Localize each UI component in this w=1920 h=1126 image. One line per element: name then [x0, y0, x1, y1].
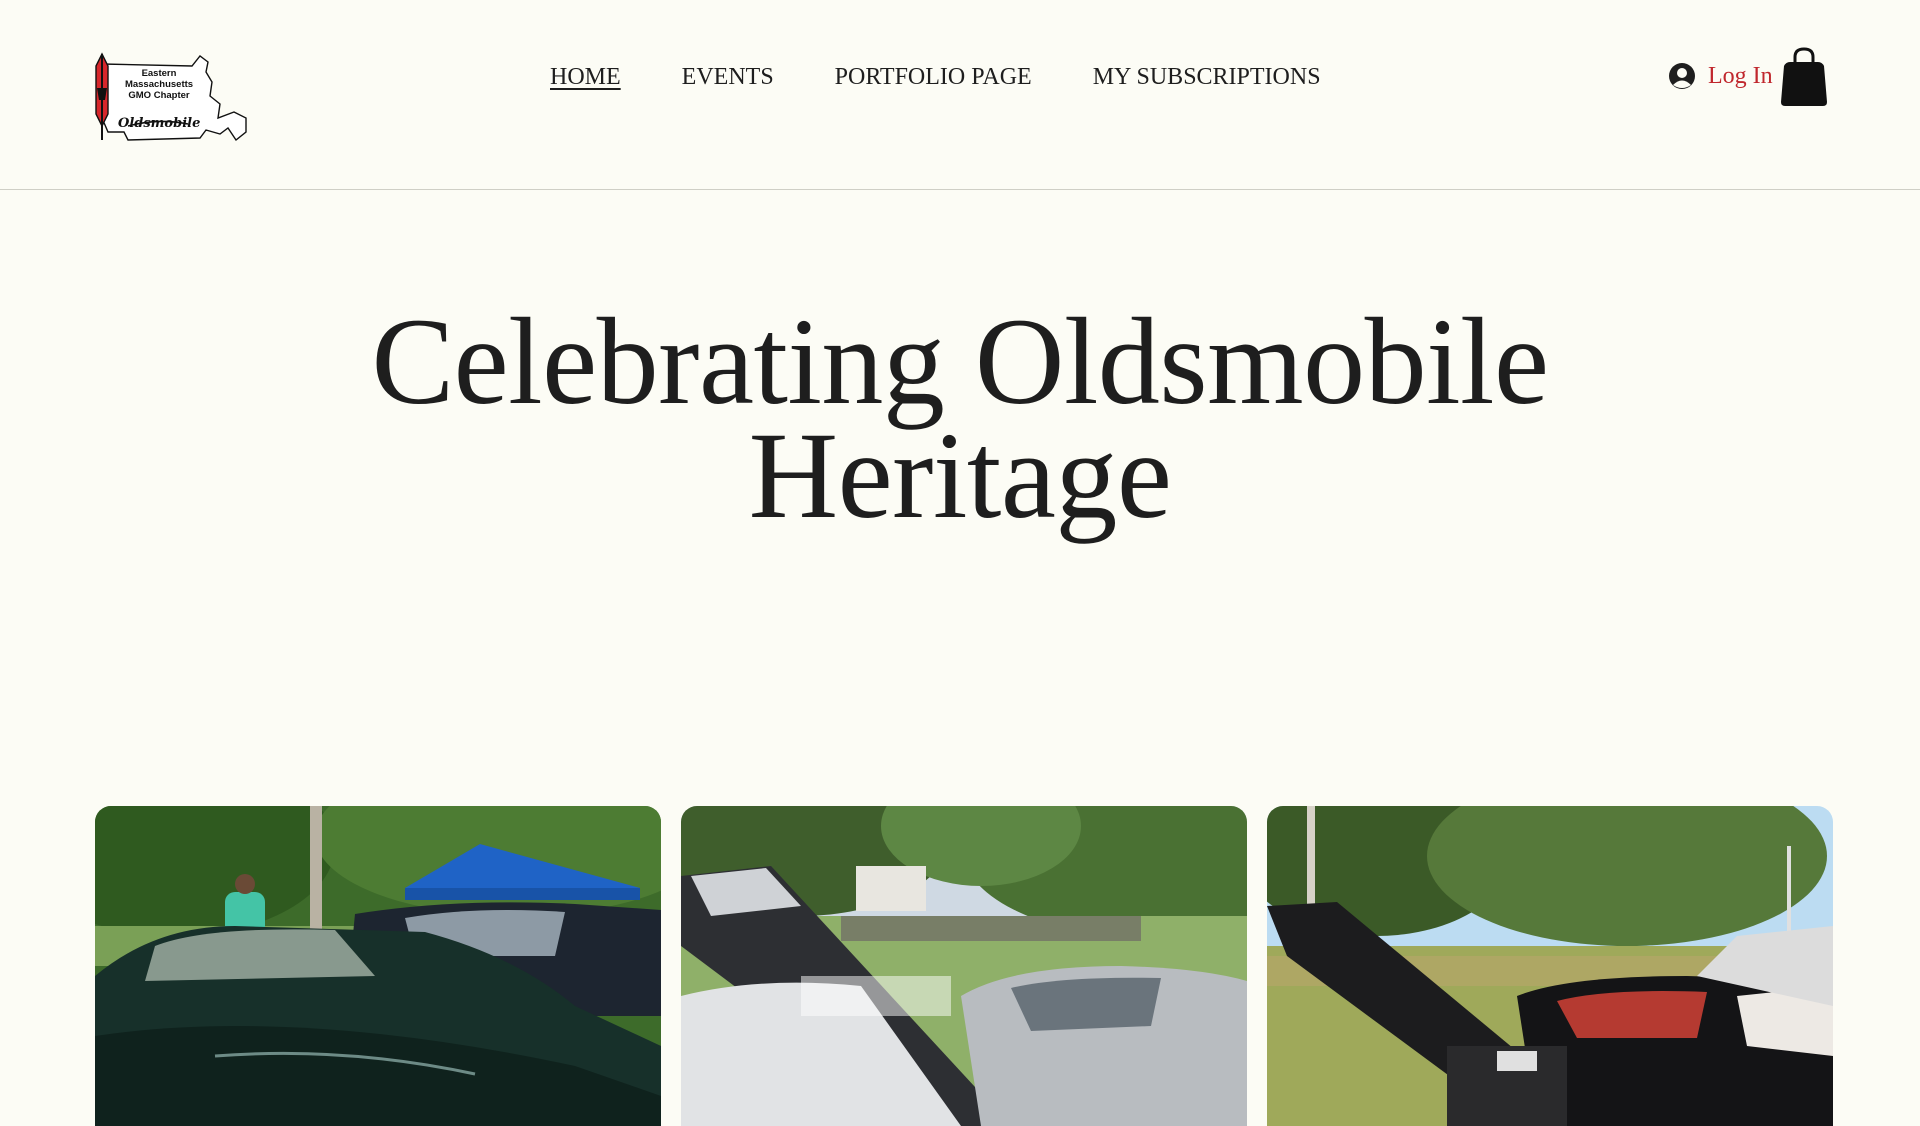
nav-item-events[interactable]: EVENTS: [682, 64, 774, 91]
login-label: Log In: [1708, 62, 1773, 89]
logo-line-1: Eastern: [141, 68, 177, 79]
nav-item-portfolio-page[interactable]: PORTFOLIO PAGE: [835, 64, 1032, 91]
silver-oldsmobile-open-hood-photo: [681, 806, 1247, 1126]
main-nav: HOME EVENTS PORTFOLIO PAGE MY SUBSCRIPTI…: [550, 62, 1382, 92]
logo-text: Eastern Massachusetts GMO Chapter: [114, 68, 204, 101]
green-oldsmobile-car-show-photo: [95, 806, 661, 1126]
logo-line-2: Massachusetts: [124, 79, 194, 90]
photo-gallery: [95, 806, 1833, 1126]
black-oldsmobile-open-hood-photo: [1267, 806, 1833, 1126]
hero-title-line-2: Heritage: [748, 407, 1172, 544]
logo-line-3: GMO Chapter: [128, 90, 190, 101]
logo-script-text: Oldsmobile: [118, 116, 201, 131]
club-logo[interactable]: Eastern Massachusetts GMO Chapter Oldsmo…: [88, 48, 250, 146]
nav-item-my-subscriptions[interactable]: MY SUBSCRIPTIONS: [1093, 64, 1321, 91]
shopping-bag-icon: [1781, 47, 1827, 106]
gallery-photo-1[interactable]: [95, 806, 661, 1126]
login-button[interactable]: Log In: [1668, 58, 1773, 94]
user-avatar-icon: [1669, 63, 1695, 89]
hero-title: Celebrating Oldsmobile Heritage: [0, 300, 1920, 538]
nav-item-home[interactable]: HOME: [550, 64, 621, 91]
cart-button[interactable]: [1780, 46, 1828, 108]
gallery-photo-2[interactable]: [681, 806, 1247, 1126]
site-header: Eastern Massachusetts GMO Chapter Oldsmo…: [0, 0, 1920, 190]
gallery-photo-3[interactable]: [1267, 806, 1833, 1126]
